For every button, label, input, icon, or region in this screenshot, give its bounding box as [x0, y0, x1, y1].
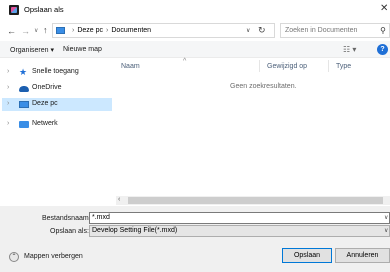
- save-button[interactable]: Opslaan: [282, 248, 332, 263]
- expand-chevron-icon[interactable]: ›: [7, 100, 9, 107]
- recent-locations-chevron-icon[interactable]: ∨: [34, 27, 38, 34]
- save-type-dropdown-icon[interactable]: ∨: [384, 227, 388, 234]
- column-divider[interactable]: [328, 60, 329, 72]
- cloud-icon: [19, 86, 29, 92]
- breadcrumb-separator: ›: [72, 27, 75, 34]
- scrollbar-thumb[interactable]: [128, 197, 383, 204]
- breadcrumb-separator: ›: [106, 27, 109, 34]
- refresh-icon[interactable]: ↻: [258, 25, 266, 36]
- sidebar-item-network[interactable]: › Netwerk: [2, 118, 112, 131]
- help-icon[interactable]: ?: [377, 44, 388, 55]
- expand-chevron-icon[interactable]: ›: [7, 84, 9, 91]
- network-icon: [19, 121, 29, 128]
- cancel-button[interactable]: Annuleren: [335, 248, 390, 263]
- filename-field[interactable]: [89, 212, 390, 224]
- breadcrumb-item-documenten[interactable]: Documenten: [111, 27, 151, 34]
- back-arrow-icon[interactable]: ←: [7, 26, 16, 36]
- computer-icon: [56, 27, 65, 34]
- expand-chevron-icon[interactable]: ›: [7, 120, 9, 127]
- collapse-icon[interactable]: ⌃: [9, 252, 19, 262]
- forward-arrow-icon[interactable]: →: [21, 26, 30, 36]
- sidebar-item-label: Deze pc: [32, 100, 58, 107]
- breadcrumb-item-deze-pc[interactable]: Deze pc: [77, 27, 103, 34]
- sidebar-item-label: Netwerk: [32, 120, 58, 127]
- filename-value[interactable]: *.mxd: [92, 214, 110, 221]
- sidebar-item-quick-access[interactable]: › ★ Snelle toegang: [2, 66, 112, 79]
- filename-label: Bestandsnaam:: [42, 215, 91, 222]
- column-header-modified[interactable]: Gewijzigd op: [267, 63, 307, 70]
- address-dropdown-icon[interactable]: ∨: [246, 27, 250, 34]
- sidebar-item-label: Snelle toegang: [32, 68, 79, 75]
- empty-results-message: Geen zoekresultaten.: [230, 83, 297, 90]
- scroll-left-icon[interactable]: ‹: [118, 196, 120, 203]
- column-header-name[interactable]: Naam: [121, 63, 140, 70]
- expand-chevron-icon[interactable]: ›: [7, 68, 9, 75]
- navigation-pane: [0, 58, 114, 208]
- save-type-label: Opslaan als:: [50, 228, 89, 235]
- hide-folders-button[interactable]: Mappen verbergen: [24, 253, 83, 260]
- app-icon: [9, 5, 19, 15]
- breadcrumb: › Deze pc › Documenten: [69, 27, 151, 34]
- new-folder-button[interactable]: Nieuwe map: [63, 46, 102, 53]
- command-bar: [0, 41, 390, 58]
- up-arrow-icon[interactable]: ↑: [43, 25, 48, 35]
- view-options-icon[interactable]: ☷ ▾: [343, 45, 356, 54]
- sidebar-item-deze-pc[interactable]: › Deze pc: [2, 98, 112, 111]
- star-icon: ★: [19, 67, 28, 77]
- computer-icon: [19, 101, 29, 108]
- sidebar-item-onedrive[interactable]: › OneDrive: [2, 82, 112, 95]
- search-icon[interactable]: ⚲: [380, 26, 386, 35]
- sort-indicator-icon: ^: [183, 58, 187, 65]
- sidebar-item-label: OneDrive: [32, 84, 62, 91]
- save-type-value[interactable]: Develop Setting File(*.mxd): [92, 227, 177, 234]
- column-header-type[interactable]: Type: [336, 63, 351, 70]
- organize-menu-button[interactable]: Organiseren ▾: [10, 46, 54, 54]
- column-divider[interactable]: [259, 60, 260, 72]
- close-icon[interactable]: ✕: [380, 3, 388, 14]
- search-placeholder: Zoeken in Documenten: [285, 27, 358, 34]
- window-title: Opslaan als: [24, 5, 64, 14]
- filename-dropdown-icon[interactable]: ∨: [384, 214, 388, 221]
